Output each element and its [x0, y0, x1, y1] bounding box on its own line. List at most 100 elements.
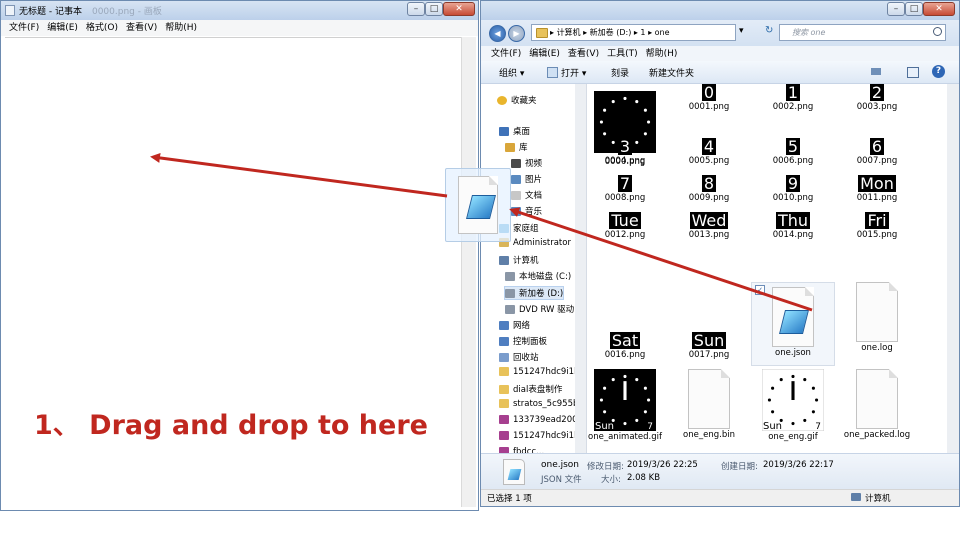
nav-item[interactable]: 音乐 — [511, 205, 542, 217]
nav-item[interactable]: 本地磁盘 (C:) — [505, 270, 571, 282]
burn-button[interactable]: 刻录 — [611, 66, 629, 79]
explorer-menu-view[interactable]: 查看(V) — [564, 46, 603, 62]
file-item[interactable]: Sat 0016.png — [587, 332, 667, 360]
file-item[interactable]: Sun 0017.png — [667, 332, 751, 360]
file-item[interactable]: 7 0008.png — [587, 175, 667, 203]
file-thumbnail: 1 — [751, 84, 835, 101]
nav-item[interactable]: 计算机 — [499, 254, 539, 266]
organize-button[interactable]: 组织 ▾ — [499, 66, 524, 79]
file-item[interactable]: 8 0009.png — [667, 175, 751, 203]
nav-item[interactable]: 151247hdc9i1k — [499, 431, 579, 441]
nav-item[interactable]: 桌面 — [499, 125, 530, 137]
file-item[interactable]: 4 0005.png — [667, 138, 751, 166]
file-item[interactable]: 3 0004.png — [587, 138, 667, 166]
notepad-menu-edit[interactable]: 编辑(E) — [43, 20, 82, 36]
nav-item[interactable]: DVD RW 驱动 — [505, 303, 574, 315]
glyph-preview: 2 — [869, 84, 885, 102]
address-dropdown-button[interactable]: ▾ — [739, 26, 744, 36]
folder-icon — [536, 28, 548, 38]
refresh-button[interactable]: ↻ — [765, 25, 773, 36]
explorer-minimize-button[interactable]: – — [887, 2, 905, 16]
file-item[interactable]: Mon 0011.png — [835, 175, 919, 203]
file-item[interactable]: 0 0001.png — [667, 84, 751, 112]
glyph-preview: 3 — [617, 137, 633, 156]
explorer-menu-edit[interactable]: 编辑(E) — [525, 46, 564, 62]
file-item[interactable]: one.log — [835, 282, 919, 353]
notepad-menu-format[interactable]: 格式(O) — [82, 20, 122, 36]
file-item[interactable]: 1 0002.png — [751, 84, 835, 112]
nav-item[interactable]: 图片 — [511, 173, 542, 185]
date-label: 7 — [815, 422, 821, 432]
breadcrumb-computer[interactable]: 计算机 — [557, 28, 581, 37]
nav-item[interactable]: stratos_5c955b — [499, 399, 578, 409]
search-input[interactable]: 搜索 one — [779, 24, 946, 41]
nav-item[interactable]: 视频 — [511, 157, 542, 169]
file-item[interactable]: one_packed.log — [835, 369, 919, 440]
nav-scrollbar[interactable] — [575, 84, 586, 453]
breadcrumb-folder-1[interactable]: 1 — [640, 28, 645, 37]
nav-item[interactable]: 库 — [505, 141, 528, 153]
file-item[interactable]: one_eng.bin — [667, 369, 751, 440]
file-item[interactable]: Sun 7 one_eng.gif — [751, 368, 835, 442]
file-item[interactable]: Wed 0013.png — [667, 212, 751, 240]
file-thumbnail: Sun 7 — [761, 368, 825, 432]
address-box[interactable]: ▸ 计算机 ▸ 新加卷 (D:) ▸ 1 ▸ one — [531, 24, 736, 41]
file-item[interactable]: Tue 0012.png — [587, 212, 667, 240]
explorer-menu-tools[interactable]: 工具(T) — [603, 46, 642, 62]
breadcrumb: ▸ 计算机 ▸ 新加卷 (D:) ▸ 1 ▸ one — [550, 28, 670, 37]
nav-item[interactable]: 网络 — [499, 319, 530, 331]
file-thumbnail — [856, 369, 898, 429]
nav-item[interactable]: 收藏夹 — [497, 94, 537, 106]
nav-item-label: stratos_5c955b — [513, 399, 579, 409]
notepad-menu-file[interactable]: 文件(F) — [5, 20, 43, 36]
notepad-menu-help[interactable]: 帮助(H) — [161, 20, 201, 36]
nav-item[interactable]: 控制面板 — [499, 335, 547, 347]
nav-item-label: dial表盘制作 — [513, 385, 563, 395]
search-icon[interactable] — [933, 27, 942, 36]
explorer-close-button[interactable]: ✕ — [923, 2, 955, 16]
file-name: one_eng.gif — [768, 432, 818, 442]
file-item[interactable]: 2 0003.png — [835, 84, 919, 112]
file-item[interactable]: 6 0007.png — [835, 138, 919, 166]
file-view-scrollbar[interactable] — [947, 84, 959, 453]
explorer-maximize-button[interactable]: □ — [905, 2, 923, 16]
details-modified: 2019/3/26 22:25 — [627, 460, 698, 470]
notepad-menu-view[interactable]: 查看(V) — [122, 20, 161, 36]
nav-item[interactable]: 文档 — [511, 189, 542, 201]
new-folder-button[interactable]: 新建文件夹 — [649, 66, 694, 79]
file-item[interactable]: Thu 0014.png — [751, 212, 835, 240]
explorer-menu-help[interactable]: 帮助(H) — [642, 46, 682, 62]
drive-icon — [505, 289, 515, 298]
notepad-close-button[interactable]: ✕ — [443, 2, 475, 16]
glyph-preview: Fri — [865, 211, 889, 230]
nav-item[interactable]: 133739ead2002 — [499, 415, 583, 425]
file-item[interactable]: Fri 0015.png — [835, 212, 919, 240]
file-item[interactable]: ✓ one.json — [751, 282, 835, 366]
file-item[interactable]: Sun 7 one_animated.gif — [587, 369, 667, 442]
forward-button[interactable]: ▶ — [508, 25, 525, 42]
selection-checkbox[interactable]: ✓ — [755, 285, 765, 295]
file-thumbnail: Mon — [835, 175, 919, 192]
explorer-titlebar[interactable]: – □ ✕ — [481, 1, 959, 20]
view-options-icon[interactable] — [871, 68, 881, 75]
nav-item[interactable]: dial表盘制作 — [499, 383, 562, 395]
preview-pane-icon[interactable] — [907, 67, 919, 78]
open-button[interactable]: 打开 ▾ — [561, 66, 586, 79]
breadcrumb-folder-one[interactable]: one — [655, 28, 670, 37]
library-icon — [505, 143, 515, 152]
nav-item[interactable]: 新加卷 (D:) — [503, 286, 565, 300]
nav-item[interactable]: 151247hdc9i1k — [499, 367, 579, 377]
notepad-titlebar[interactable]: 无标题 - 记事本 0000.png - 画板 – □ ✕ — [1, 1, 478, 20]
back-button[interactable]: ◀ — [489, 25, 506, 42]
file-item[interactable]: 5 0006.png — [751, 138, 835, 166]
file-thumbnail: Thu — [751, 212, 835, 229]
notepad-minimize-button[interactable]: – — [407, 2, 425, 16]
help-button[interactable]: ? — [932, 65, 945, 78]
notepad-maximize-button[interactable]: □ — [425, 2, 443, 16]
nav-item[interactable]: 回收站 — [499, 351, 539, 363]
breadcrumb-drive-d[interactable]: 新加卷 (D:) — [590, 28, 632, 37]
nav-item-label: 家庭组 — [513, 224, 539, 234]
file-item[interactable]: 9 0010.png — [751, 175, 835, 203]
notepad-scrollbar[interactable] — [461, 37, 476, 507]
explorer-menu-file[interactable]: 文件(F) — [487, 46, 525, 62]
